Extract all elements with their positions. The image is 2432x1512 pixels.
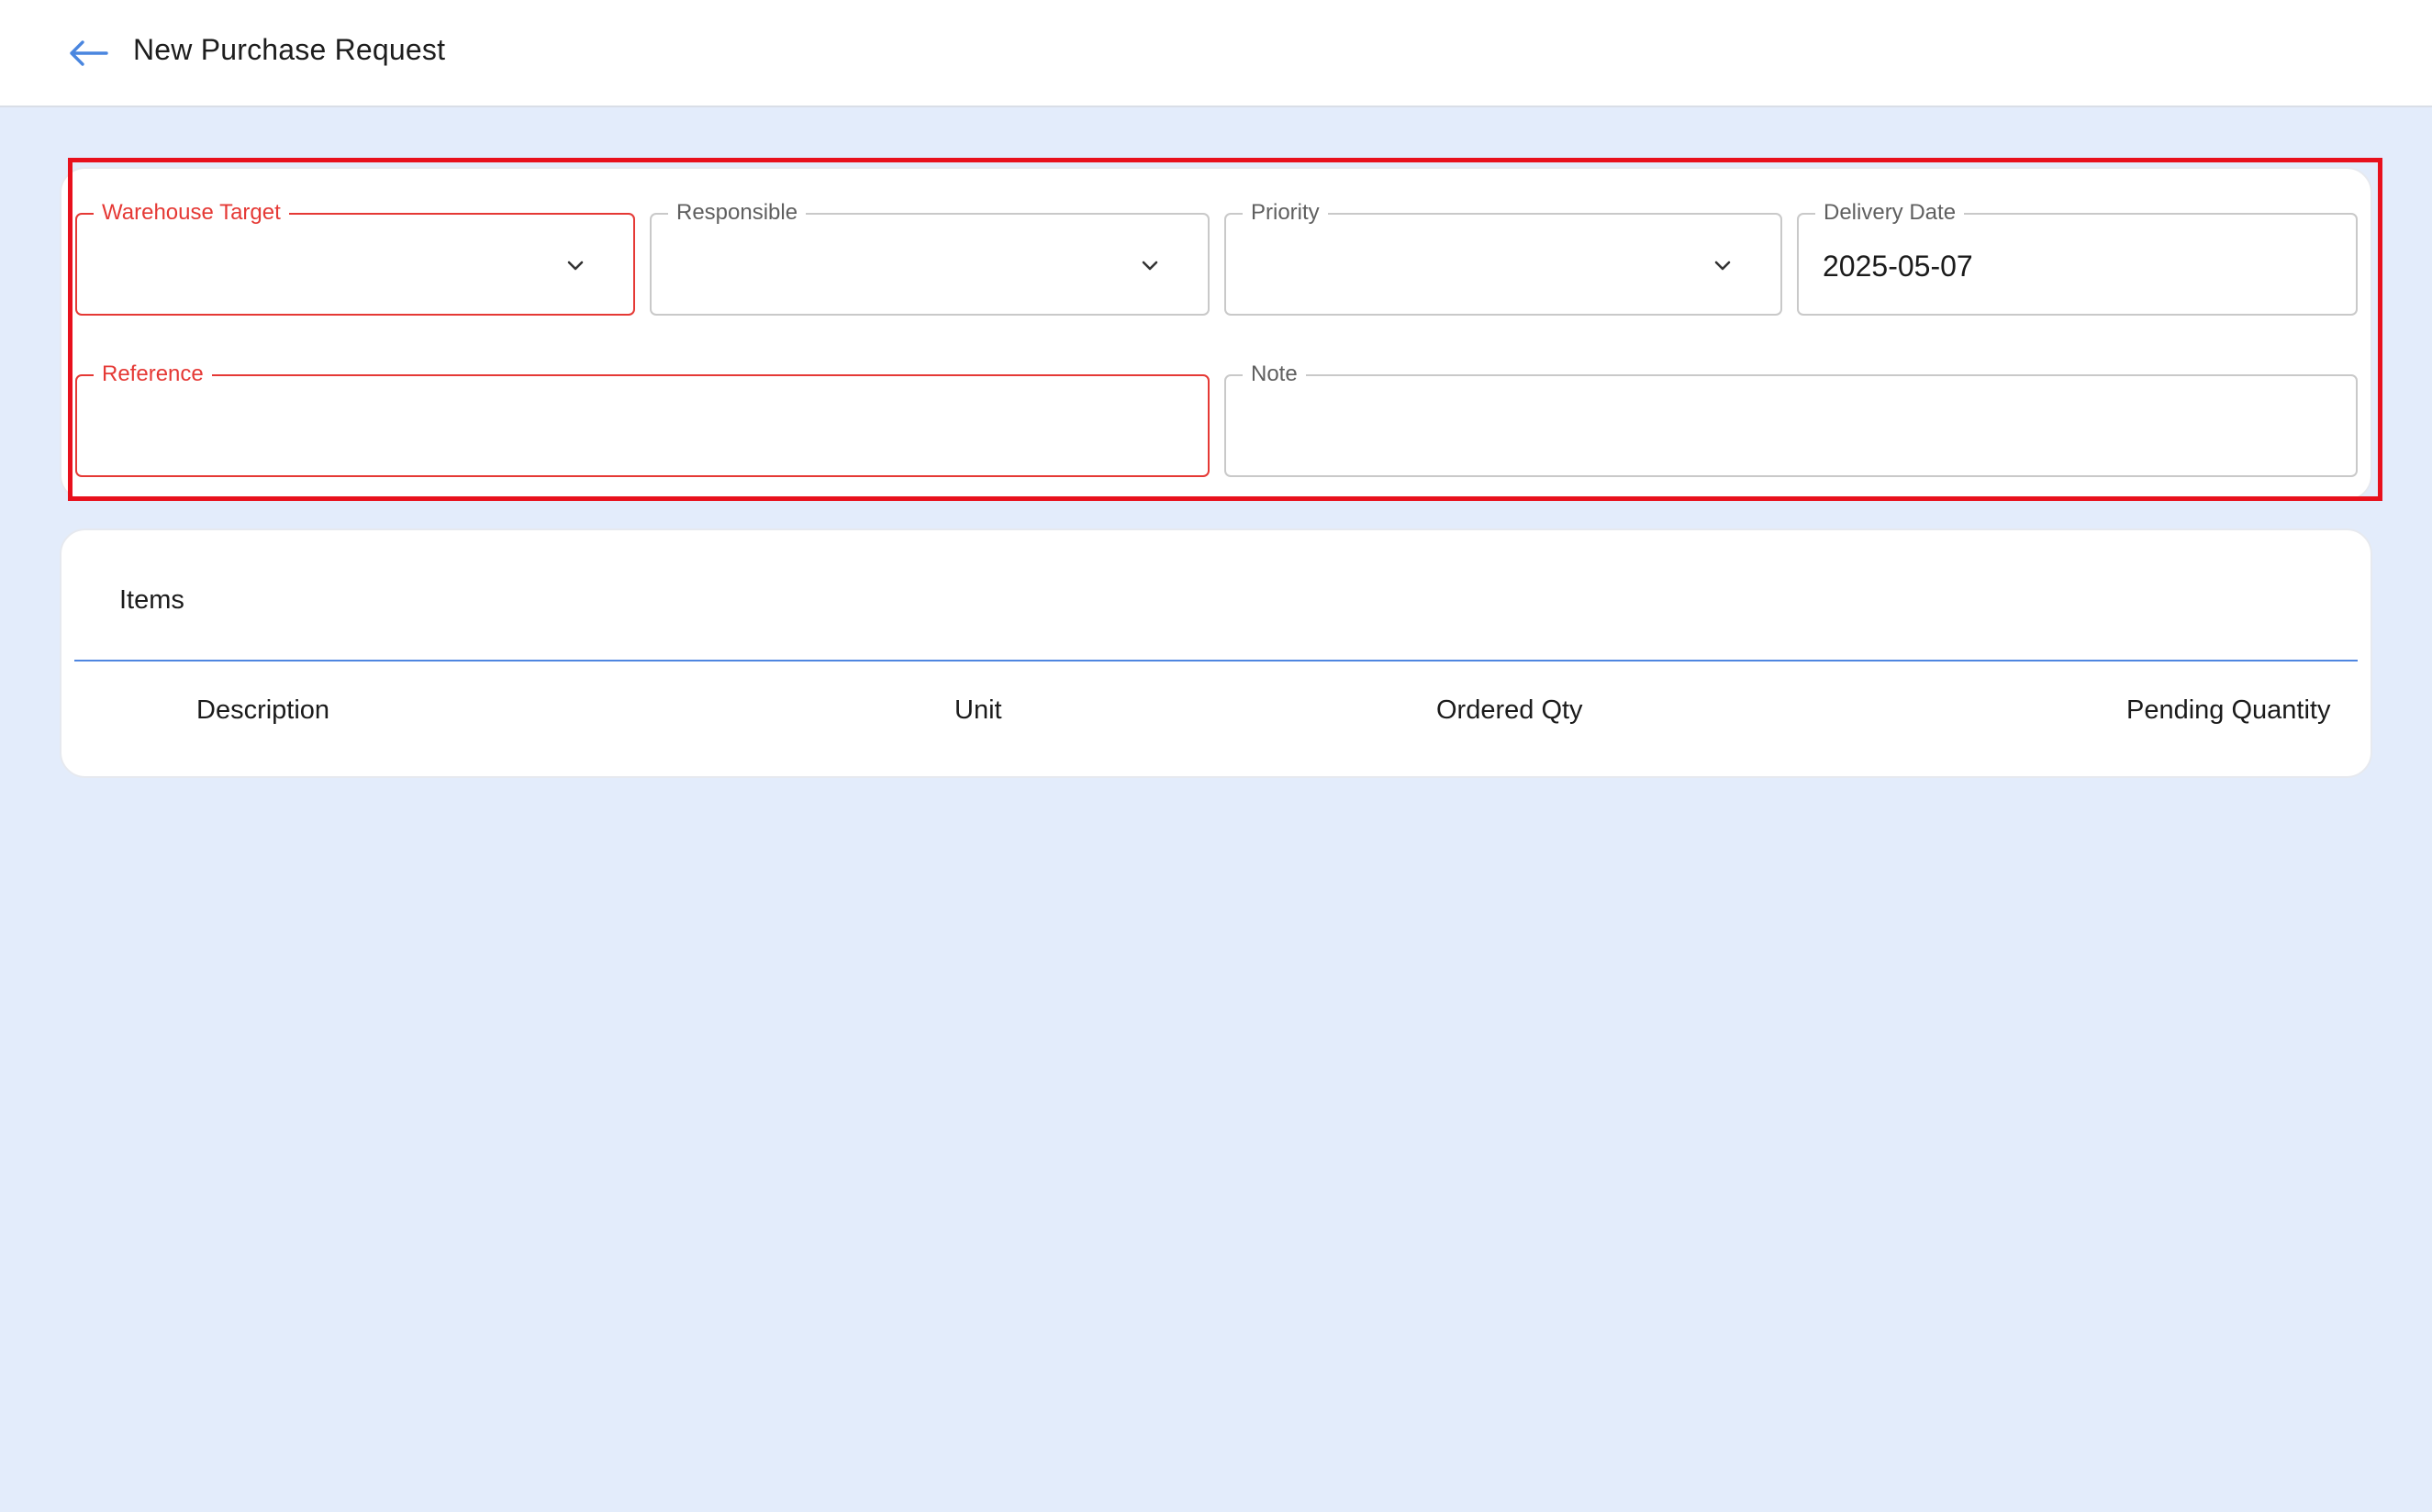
column-header-ordered-qty[interactable]: Ordered Qty (1436, 695, 1583, 726)
items-card (60, 528, 2372, 778)
column-header-pending-quantity[interactable]: Pending Quantity (2126, 695, 2330, 726)
app-bar: New Purchase Request (0, 0, 2432, 107)
chevron-down-icon (1714, 261, 1731, 271)
delivery-date-label: Delivery Date (1815, 201, 1965, 225)
priority-select[interactable]: Priority (1224, 201, 1782, 316)
note-field[interactable]: Note (1224, 362, 2358, 477)
delivery-date-field[interactable]: Delivery Date 2025-05-07 (1797, 201, 2358, 316)
warehouse-target-label: Warehouse Target (94, 201, 289, 225)
items-title: Items (119, 585, 184, 615)
back-button[interactable] (61, 31, 116, 75)
warehouse-target-select[interactable]: Warehouse Target (75, 201, 635, 316)
column-header-unit[interactable]: Unit (954, 695, 1002, 726)
arrow-left-icon (70, 40, 108, 66)
items-divider (74, 660, 2358, 662)
chevron-down-icon (567, 261, 584, 271)
reference-label: Reference (94, 362, 212, 386)
reference-field[interactable]: Reference (75, 362, 1210, 477)
responsible-label: Responsible (668, 201, 807, 225)
page-title: New Purchase Request (133, 33, 446, 66)
responsible-select[interactable]: Responsible (650, 201, 1210, 316)
chevron-down-icon (1142, 261, 1158, 271)
priority-label: Priority (1243, 201, 1328, 225)
column-header-description[interactable]: Description (196, 695, 329, 726)
note-label: Note (1243, 362, 1306, 386)
delivery-date-value: 2025-05-07 (1823, 250, 1973, 283)
